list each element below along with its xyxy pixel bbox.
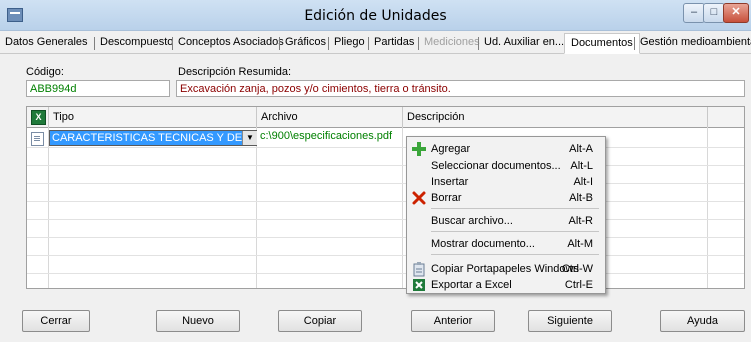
tab-separator — [172, 37, 173, 50]
menu-item-label: Seleccionar documentos... — [431, 160, 561, 172]
menu-item-agregar[interactable]: Agregar Alt-A — [407, 140, 605, 158]
menu-item-shortcut: Alt-M — [567, 238, 593, 250]
excel-export-header-cell[interactable]: X — [27, 107, 49, 127]
column-header-tipo[interactable]: Tipo — [49, 107, 257, 127]
grid-line — [27, 183, 744, 184]
tab-mediciones: Mediciones — [424, 36, 480, 48]
anterior-button[interactable]: Anterior — [411, 310, 495, 332]
grid-line — [707, 127, 708, 288]
tab-separator — [368, 37, 369, 50]
tab-separator — [94, 37, 95, 50]
tab-pliego[interactable]: Pliego — [334, 36, 365, 48]
tab-separator — [328, 37, 329, 50]
minimize-button[interactable]: – — [683, 3, 705, 23]
grid-line — [402, 127, 403, 288]
grid-line — [27, 147, 744, 148]
grid-line — [48, 127, 49, 288]
codigo-label: Código: — [26, 66, 64, 78]
menu-item-label: Exportar a Excel — [431, 279, 512, 291]
menu-item-shortcut: Alt-L — [570, 160, 593, 172]
menu-item-mostrar-documento[interactable]: Mostrar documento... Alt-M — [407, 235, 605, 253]
menu-separator — [431, 208, 599, 209]
ayuda-button[interactable]: Ayuda — [660, 310, 745, 332]
plus-icon — [411, 141, 427, 157]
menu-item-exportar-excel[interactable]: Exportar a Excel Ctrl-E — [407, 276, 605, 294]
tipo-select[interactable]: CARACTERISTICAS TECNICAS Y DE FABRICA — [49, 130, 257, 146]
chevron-down-icon[interactable]: ▼ — [242, 131, 257, 145]
descripcion-label: Descripción Resumida: — [178, 66, 292, 78]
grid-line — [27, 219, 744, 220]
maximize-button[interactable]: □ — [703, 3, 725, 23]
tab-separator — [418, 37, 419, 50]
menu-separator — [431, 231, 599, 232]
delete-x-icon — [411, 190, 427, 206]
cerrar-button[interactable]: Cerrar — [22, 310, 90, 332]
siguiente-button[interactable]: Siguiente — [528, 310, 612, 332]
menu-item-shortcut: Alt-R — [568, 215, 593, 227]
tab-graficos[interactable]: Gráficos — [285, 36, 326, 48]
menu-item-buscar-archivo[interactable]: Buscar archivo... Alt-R — [407, 212, 605, 230]
menu-item-shortcut: Alt-B — [569, 192, 593, 204]
tab-conceptos-asociados[interactable]: Conceptos Asociados — [178, 36, 284, 48]
codigo-field[interactable]: ABB994d — [26, 80, 170, 97]
archivo-cell[interactable]: c:\900\especificaciones.pdf — [260, 130, 392, 142]
tab-bar: Datos Generales Descompuesto Conceptos A… — [0, 31, 751, 54]
grid-line — [27, 273, 744, 274]
grid-line — [27, 255, 744, 256]
tab-separator — [634, 37, 635, 50]
tab-datos-generales[interactable]: Datos Generales — [5, 36, 88, 48]
excel-icon — [411, 277, 427, 293]
menu-item-shortcut: Alt-A — [569, 143, 593, 155]
window-title: Edición de Unidades — [304, 8, 447, 24]
descripcion-field[interactable]: Excavación zanja, pozos y/o cimientos, t… — [176, 80, 745, 97]
column-header-descripcion[interactable]: Descripción — [403, 107, 708, 127]
copiar-button[interactable]: Copiar — [278, 310, 362, 332]
tab-separator — [478, 37, 479, 50]
menu-item-label: Borrar — [431, 192, 462, 204]
grid-line — [256, 127, 257, 288]
title-bar: Edición de Unidades – □ ✕ — [0, 0, 751, 31]
menu-item-label: Buscar archivo... — [431, 215, 513, 227]
column-header-extra — [708, 107, 744, 127]
menu-item-shortcut: Alt-I — [573, 176, 593, 188]
clipboard-icon — [411, 261, 427, 277]
menu-item-label: Copiar Portapapeles Windows — [431, 263, 579, 275]
excel-icon[interactable]: X — [31, 110, 46, 125]
grid-line — [27, 201, 744, 202]
tab-documentos[interactable]: Documentos — [564, 33, 640, 54]
close-window-button[interactable]: ✕ — [723, 3, 749, 23]
tab-gestion-medioambiental[interactable]: Gestión medioambiental — [640, 36, 751, 48]
grid-header: X Tipo Archivo Descripción — [27, 107, 744, 128]
menu-item-borrar[interactable]: Borrar Alt-B — [407, 189, 605, 207]
menu-item-label: Mostrar documento... — [431, 238, 535, 250]
menu-item-shortcut: Ctrl-E — [564, 279, 593, 291]
nuevo-button[interactable]: Nuevo — [156, 310, 240, 332]
tab-partidas[interactable]: Partidas — [374, 36, 414, 48]
grid-line — [27, 165, 744, 166]
documents-grid: X Tipo Archivo Descripción CARACTERISTIC… — [26, 106, 745, 289]
tab-separator — [279, 37, 280, 50]
menu-item-label: Insertar — [431, 176, 469, 188]
menu-item-shortcut: Ctrl-W — [561, 263, 593, 275]
context-menu: Agregar Alt-A Seleccionar documentos... … — [406, 136, 606, 294]
document-icon — [31, 132, 44, 146]
tab-descompuesto[interactable]: Descompuesto — [100, 36, 173, 48]
menu-item-label: Agregar — [431, 143, 471, 155]
tab-ud-auxiliar[interactable]: Ud. Auxiliar en... — [484, 36, 564, 48]
grid-line — [27, 237, 744, 238]
menu-separator — [431, 254, 599, 255]
column-header-archivo[interactable]: Archivo — [257, 107, 403, 127]
